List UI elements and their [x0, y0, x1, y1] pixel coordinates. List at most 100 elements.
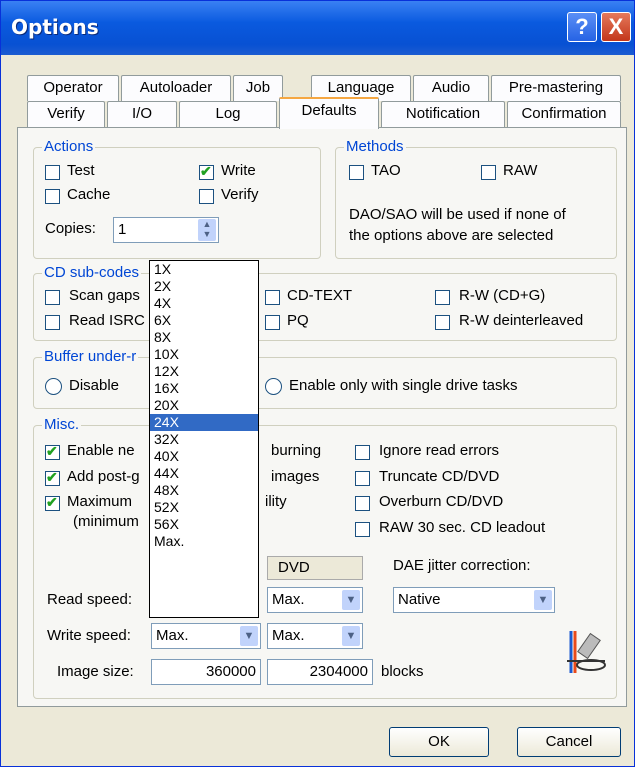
verify-checkbox[interactable]	[199, 189, 214, 204]
raw30-label: RAW 30 sec. CD leadout	[379, 519, 546, 536]
tab-job[interactable]: Job	[233, 75, 283, 101]
tao-checkbox[interactable]	[349, 165, 364, 180]
speed-option[interactable]: 4X	[150, 295, 258, 312]
copies-label: Copies:	[45, 220, 96, 237]
write-label: Write	[221, 162, 256, 179]
image-dvd-input[interactable]: 2304000	[267, 659, 373, 685]
images-label: images	[271, 468, 320, 485]
buffer-title: Buffer under-r	[42, 348, 139, 365]
copies-value: 1	[118, 221, 127, 238]
methods-title: Methods	[344, 138, 406, 155]
speed-option[interactable]: 12X	[150, 363, 258, 380]
tab-notification[interactable]: Notification	[381, 101, 505, 127]
ility-label: ility	[265, 493, 287, 510]
speed-option[interactable]: 40X	[150, 448, 258, 465]
raw-checkbox[interactable]	[481, 165, 496, 180]
window-title: Options	[11, 15, 99, 39]
read-dvd-value: Max.	[272, 591, 305, 608]
speed-option[interactable]: Max.	[150, 533, 258, 550]
disable-label: Disable	[69, 377, 120, 394]
dae-select[interactable]: Native ▼	[393, 587, 555, 613]
test-label: Test	[67, 162, 95, 179]
speed-option-selected[interactable]: 24X	[150, 414, 258, 431]
speed-option[interactable]: 52X	[150, 499, 258, 516]
speed-option[interactable]: 16X	[150, 380, 258, 397]
chevron-down-icon[interactable]: ▼	[342, 626, 360, 646]
cache-checkbox[interactable]	[45, 189, 60, 204]
write-checkbox[interactable]	[199, 163, 214, 180]
overburn-checkbox[interactable]	[355, 496, 370, 511]
speed-option[interactable]: 44X	[150, 465, 258, 482]
overburn-label: Overburn CD/DVD	[379, 493, 504, 510]
tab-autoloader[interactable]: Autoloader	[121, 75, 231, 101]
maximum-checkbox[interactable]	[45, 494, 60, 511]
pq-checkbox[interactable]	[265, 315, 280, 330]
ok-button[interactable]: OK	[389, 727, 489, 757]
write-dvd-select[interactable]: Max. ▼	[267, 623, 363, 649]
chevron-down-icon[interactable]: ▼	[240, 626, 258, 646]
speed-option[interactable]: 1X	[150, 261, 258, 278]
cancel-button[interactable]: Cancel	[517, 727, 621, 757]
ignore-read-errors-checkbox[interactable]	[355, 445, 370, 460]
tab-audio[interactable]: Audio	[413, 75, 489, 101]
rw-cdg-checkbox[interactable]	[435, 290, 450, 305]
truncate-checkbox[interactable]	[355, 471, 370, 486]
write-dvd-value: Max.	[272, 627, 305, 644]
rw-cdg-label: R-W (CD+G)	[459, 287, 546, 304]
methods-note-1: DAO/SAO will be used if none of	[349, 206, 566, 223]
tab-defaults[interactable]: Defaults	[279, 97, 379, 129]
chevron-down-icon[interactable]: ▼	[534, 590, 552, 610]
speed-option[interactable]: 20X	[150, 397, 258, 414]
speed-dropdown-list[interactable]: 1X 2X 4X 6X 8X 10X 12X 16X 20X 24X 32X 4…	[149, 260, 259, 618]
ignore-read-errors-label: Ignore read errors	[379, 442, 500, 459]
write-cd-value: Max.	[156, 627, 189, 644]
tab-operator[interactable]: Operator	[27, 75, 119, 101]
chevron-down-icon[interactable]: ▼	[342, 590, 360, 610]
cdtext-label: CD-TEXT	[287, 287, 352, 304]
burning-label: burning	[271, 442, 322, 459]
speed-option[interactable]: 32X	[150, 431, 258, 448]
add-post-checkbox[interactable]	[45, 469, 60, 486]
copies-spinner[interactable]: ▲ ▼	[198, 219, 216, 241]
write-cd-select[interactable]: Max. ▼	[151, 623, 261, 649]
blocks-label: blocks	[381, 663, 424, 680]
single-drive-label: Enable only with single drive tasks	[289, 377, 518, 394]
copies-input[interactable]: 1 ▲ ▼	[113, 217, 219, 243]
scan-gaps-checkbox[interactable]	[45, 290, 60, 305]
raw30-checkbox[interactable]	[355, 522, 370, 537]
image-cd-input[interactable]: 360000	[151, 659, 261, 685]
read-dvd-select[interactable]: Max. ▼	[267, 587, 363, 613]
single-drive-radio[interactable]	[265, 378, 282, 395]
read-isrc-checkbox[interactable]	[45, 315, 60, 330]
scan-gaps-label: Scan gaps	[69, 287, 140, 304]
dvd-header: DVD	[267, 556, 363, 580]
tab-verify[interactable]: Verify	[27, 101, 105, 127]
cache-label: Cache	[67, 186, 111, 203]
speed-option[interactable]: 48X	[150, 482, 258, 499]
enable-ne-checkbox[interactable]	[45, 443, 60, 460]
actions-title: Actions	[42, 138, 96, 155]
options-window: Options ? X Operator Autoloader Job Lang…	[0, 0, 635, 767]
speed-option[interactable]: 2X	[150, 278, 258, 295]
tab-pre-mastering[interactable]: Pre-mastering	[491, 75, 621, 101]
speed-option[interactable]: 8X	[150, 329, 258, 346]
test-checkbox[interactable]	[45, 165, 60, 180]
title-bar[interactable]: Options ? X	[1, 1, 634, 55]
rw-deinterleaved-checkbox[interactable]	[435, 315, 450, 330]
speed-option[interactable]: 10X	[150, 346, 258, 363]
help-button[interactable]: ?	[567, 12, 597, 42]
cdtext-checkbox[interactable]	[265, 290, 280, 305]
rw-deinterleaved-label: R-W deinterleaved	[459, 312, 584, 329]
close-button[interactable]: X	[601, 12, 631, 42]
tab-log[interactable]: Log	[179, 101, 277, 127]
tao-label: TAO	[371, 162, 401, 179]
tab-io[interactable]: I/O	[107, 101, 177, 127]
speed-option[interactable]: 56X	[150, 516, 258, 533]
minimum-label: (minimum	[73, 513, 139, 530]
pq-label: PQ	[287, 312, 309, 329]
dae-label: DAE jitter correction:	[393, 557, 531, 574]
image-size-label: Image size:	[57, 663, 134, 680]
speed-option[interactable]: 6X	[150, 312, 258, 329]
disable-radio[interactable]	[45, 378, 62, 395]
tab-confirmation[interactable]: Confirmation	[507, 101, 621, 127]
